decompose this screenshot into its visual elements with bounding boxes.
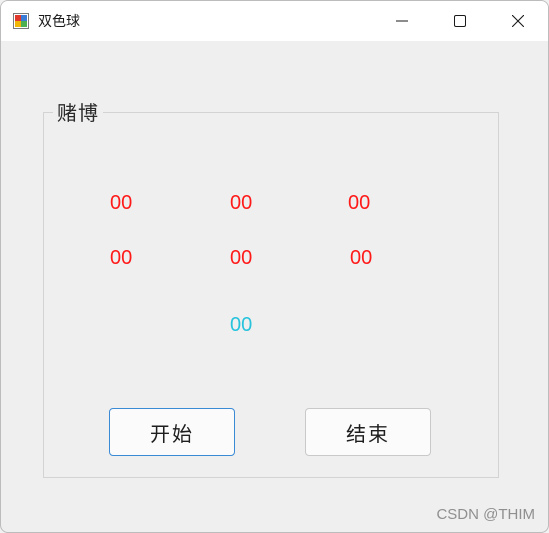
close-icon xyxy=(512,15,524,27)
watermark: CSDN @THIM xyxy=(436,506,535,523)
groupbox-title: 赌博 xyxy=(53,97,103,126)
title-bar[interactable]: 双色球 xyxy=(1,1,548,41)
red-ball-2: 00 xyxy=(230,192,253,214)
red-ball-3: 00 xyxy=(348,192,371,214)
minimize-button[interactable] xyxy=(373,1,431,41)
window-title: 双色球 xyxy=(38,14,80,30)
blue-ball: 00 xyxy=(230,314,253,336)
close-button[interactable] xyxy=(489,1,547,41)
maximize-icon xyxy=(454,15,466,27)
maximize-button[interactable] xyxy=(431,1,489,41)
end-button[interactable]: 结束 xyxy=(305,408,431,456)
red-ball-4: 00 xyxy=(110,247,133,269)
red-ball-5: 00 xyxy=(230,247,253,269)
minimize-icon xyxy=(396,20,408,22)
start-button[interactable]: 开始 xyxy=(109,408,235,456)
red-ball-1: 00 xyxy=(110,192,133,214)
app-window: 双色球 赌博 00 00 00 00 00 00 00 开始 结束 xyxy=(0,0,549,533)
red-ball-6: 00 xyxy=(350,247,373,269)
app-icon xyxy=(13,13,29,29)
